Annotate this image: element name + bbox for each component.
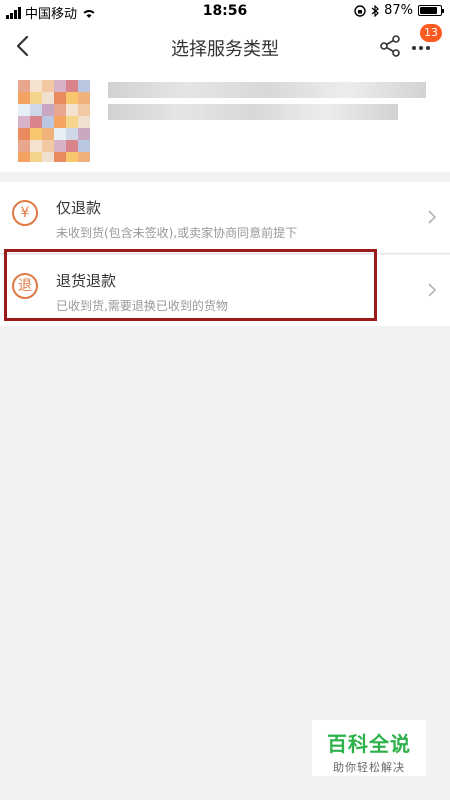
chevron-right-icon	[428, 210, 437, 224]
more-button[interactable]: 13	[412, 24, 442, 56]
product-thumbnail	[18, 80, 90, 162]
share-button[interactable]	[378, 34, 402, 58]
product-title-blurred	[108, 82, 426, 130]
product-card	[0, 70, 450, 172]
orientation-lock-icon	[354, 4, 366, 17]
share-icon	[380, 35, 400, 57]
watermark-logo: 百科全说 助你轻松解决	[312, 720, 426, 776]
return-refund-icon: 退	[12, 273, 38, 299]
nav-bar: 选择服务类型 13	[0, 22, 450, 70]
battery-percent: 87%	[384, 3, 413, 18]
battery-icon	[418, 5, 444, 16]
option-return-refund[interactable]: 退 退货退款 已收到货,需要退换已收到的货物	[0, 255, 450, 326]
more-icon	[412, 46, 430, 50]
option-title: 退货退款	[56, 272, 117, 290]
divider	[0, 253, 450, 254]
option-title: 仅退款	[56, 199, 102, 217]
watermark-main: 百科全说	[327, 732, 411, 756]
watermark-sub: 助你轻松解决	[333, 761, 405, 774]
status-right: 87%	[354, 3, 444, 18]
option-description: 已收到货,需要退换已收到的货物	[56, 299, 228, 313]
refund-only-icon: ¥	[12, 200, 38, 226]
option-description: 未收到货(包含未签收),或卖家协商同意前提下	[56, 226, 298, 240]
option-refund-only[interactable]: ¥ 仅退款 未收到货(包含未签收),或卖家协商同意前提下	[0, 182, 450, 253]
chevron-right-icon	[428, 283, 437, 297]
notification-badge: 13	[420, 24, 442, 42]
status-bar: 中国移动 18:56 87%	[0, 0, 450, 22]
bluetooth-icon	[371, 4, 379, 17]
